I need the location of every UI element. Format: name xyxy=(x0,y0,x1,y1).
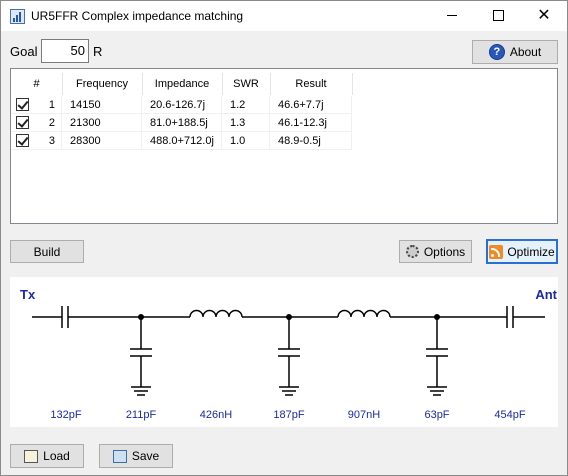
minimize-icon xyxy=(447,15,457,17)
window-title: UR5FFR Complex impedance matching xyxy=(31,9,244,23)
load-label: Load xyxy=(43,449,70,463)
component-label: 63pF xyxy=(424,409,449,421)
maximize-icon xyxy=(492,10,504,22)
row-number: 2 xyxy=(48,117,55,129)
cell-impedance: 81.0+188.5j xyxy=(142,114,222,132)
component-label: 211pF xyxy=(126,409,157,421)
open-file-icon xyxy=(24,449,39,463)
title-bar[interactable]: UR5FFR Complex impedance matching ✕ xyxy=(1,1,567,31)
options-label: Options xyxy=(423,244,466,259)
about-button[interactable]: ? About xyxy=(472,40,558,64)
tx-label: Tx xyxy=(20,287,36,302)
frequency-table[interactable]: # Frequency Impedance SWR Result 1 14150… xyxy=(10,68,558,224)
cell-swr: 1.3 xyxy=(222,114,270,132)
junction-dot xyxy=(434,314,440,320)
app-window: UR5FFR Complex impedance matching ✕ Goal… xyxy=(0,0,568,476)
component-label: 132pF xyxy=(50,409,81,421)
junction-dot xyxy=(138,314,144,320)
component-label: 187pF xyxy=(273,409,304,421)
row-checkbox[interactable] xyxy=(16,98,29,111)
row-checkbox[interactable] xyxy=(16,116,29,129)
row-select-cell: 2 xyxy=(11,114,62,132)
inductor-2 xyxy=(337,309,391,318)
close-icon: ✕ xyxy=(537,7,551,24)
header-result[interactable]: Result xyxy=(270,73,353,95)
row-number: 1 xyxy=(48,99,55,111)
ant-label: Ant xyxy=(535,287,557,302)
component-label: 426nH xyxy=(200,409,232,421)
shunt-capacitor-3 xyxy=(426,317,448,396)
about-label: About xyxy=(509,45,542,59)
goal-unit: R xyxy=(93,44,103,59)
schematic-drawing: Tx Ant 132pF 211pF 426nH 187pF 907nH 63p… xyxy=(20,287,558,421)
optimize-label: Optimize xyxy=(507,244,555,259)
table-row[interactable]: 1 14150 20.6-126.7j 1.2 46.6+7.7j xyxy=(11,96,557,114)
header-frequency[interactable]: Frequency xyxy=(62,73,143,95)
goal-label: Goal xyxy=(10,44,38,59)
goal-input[interactable]: 50 xyxy=(41,39,89,63)
cell-result: 46.6+7.7j xyxy=(270,96,352,114)
save-icon xyxy=(112,449,127,463)
cell-result: 46.1-12.3j xyxy=(270,114,352,132)
row-number: 3 xyxy=(48,135,55,147)
matching-network-schematic: Tx Ant 132pF 211pF 426nH 187pF 907nH 63p… xyxy=(10,277,558,427)
cell-swr: 1.0 xyxy=(222,132,270,150)
build-button[interactable]: Build xyxy=(10,240,84,263)
table-row[interactable]: 2 21300 81.0+188.5j 1.3 46.1-12.3j xyxy=(11,114,557,132)
cell-result: 48.9-0.5j xyxy=(270,132,352,150)
cell-swr: 1.2 xyxy=(222,96,270,114)
component-label: 454pF xyxy=(494,409,525,421)
rss-icon xyxy=(489,244,504,259)
cell-frequency: 14150 xyxy=(62,96,142,114)
header-swr[interactable]: SWR xyxy=(222,73,271,95)
table-row[interactable]: 3 28300 488.0+712.0j 1.0 48.9-0.5j xyxy=(11,132,557,150)
cell-impedance: 488.0+712.0j xyxy=(142,132,222,150)
minimize-button[interactable] xyxy=(429,1,475,31)
cell-frequency: 28300 xyxy=(62,132,142,150)
save-button[interactable]: Save xyxy=(99,444,173,468)
optimize-button[interactable]: Optimize xyxy=(486,239,558,264)
options-button[interactable]: Options xyxy=(399,240,472,263)
gear-icon xyxy=(405,245,419,258)
row-select-cell: 1 xyxy=(11,96,62,114)
shunt-capacitor-2 xyxy=(278,317,300,396)
junction-dot xyxy=(286,314,292,320)
close-button[interactable]: ✕ xyxy=(521,1,567,31)
header-impedance[interactable]: Impedance xyxy=(142,73,223,95)
shunt-capacitor-1 xyxy=(130,317,152,396)
row-checkbox[interactable] xyxy=(16,134,29,147)
cell-frequency: 21300 xyxy=(62,114,142,132)
header-num[interactable]: # xyxy=(11,73,63,95)
maximize-button[interactable] xyxy=(475,1,521,31)
row-select-cell: 3 xyxy=(11,132,62,150)
help-icon: ? xyxy=(488,44,505,60)
load-button[interactable]: Load xyxy=(10,444,84,468)
component-label: 907nH xyxy=(348,409,380,421)
inductor-1 xyxy=(189,309,243,318)
app-icon xyxy=(10,9,25,24)
save-label: Save xyxy=(131,449,160,463)
cell-impedance: 20.6-126.7j xyxy=(142,96,222,114)
